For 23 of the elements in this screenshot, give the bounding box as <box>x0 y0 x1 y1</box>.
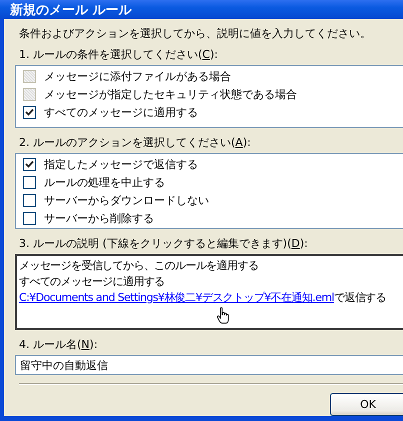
checkbox[interactable] <box>23 212 36 224</box>
section-label: 3. ルールの説明 (下線をクリックすると編集できます)(D): <box>19 237 309 251</box>
hand-cursor-icon <box>217 307 229 324</box>
file-link[interactable]: C:¥Documents and Settings¥林俊二¥デスクトップ¥不在通知.eml <box>19 291 334 304</box>
section-label: 4. ルール名(N): <box>19 338 99 352</box>
instruction-text: 条件およびアクションを選択してから、説明に値を入力してください。 <box>19 27 372 41</box>
checkbox-label[interactable]: すべてのメッセージに適用する <box>44 104 198 120</box>
checkbox[interactable] <box>23 194 36 206</box>
checkbox-label[interactable]: サーバーから削除する <box>44 210 154 226</box>
window-title: 新規のメール ルール <box>0 0 403 19</box>
ok-button[interactable]: OK <box>330 393 403 416</box>
checkbox-label[interactable]: 指定したメッセージで返信する <box>44 156 198 172</box>
section-label: 1. ルールの条件を選択してください(C): <box>19 48 219 62</box>
checkbox[interactable] <box>23 176 36 188</box>
section-label: 2. ルールのアクションを選択してください(A): <box>19 136 252 150</box>
checkbox[interactable] <box>23 106 36 118</box>
rule-name-field[interactable]: 留守中の自動返信 <box>15 355 403 375</box>
description-line: すべてのメッセージに適用する <box>19 274 166 290</box>
checkbox-label[interactable]: サーバーからダウンロードしない <box>44 192 209 208</box>
description-line: で返信する <box>334 291 386 304</box>
checkbox[interactable] <box>23 158 36 170</box>
checkbox-label[interactable]: ルールの処理を中止する <box>44 174 165 190</box>
description-line: メッセージを受信してから、このルールを適用する <box>19 258 260 274</box>
